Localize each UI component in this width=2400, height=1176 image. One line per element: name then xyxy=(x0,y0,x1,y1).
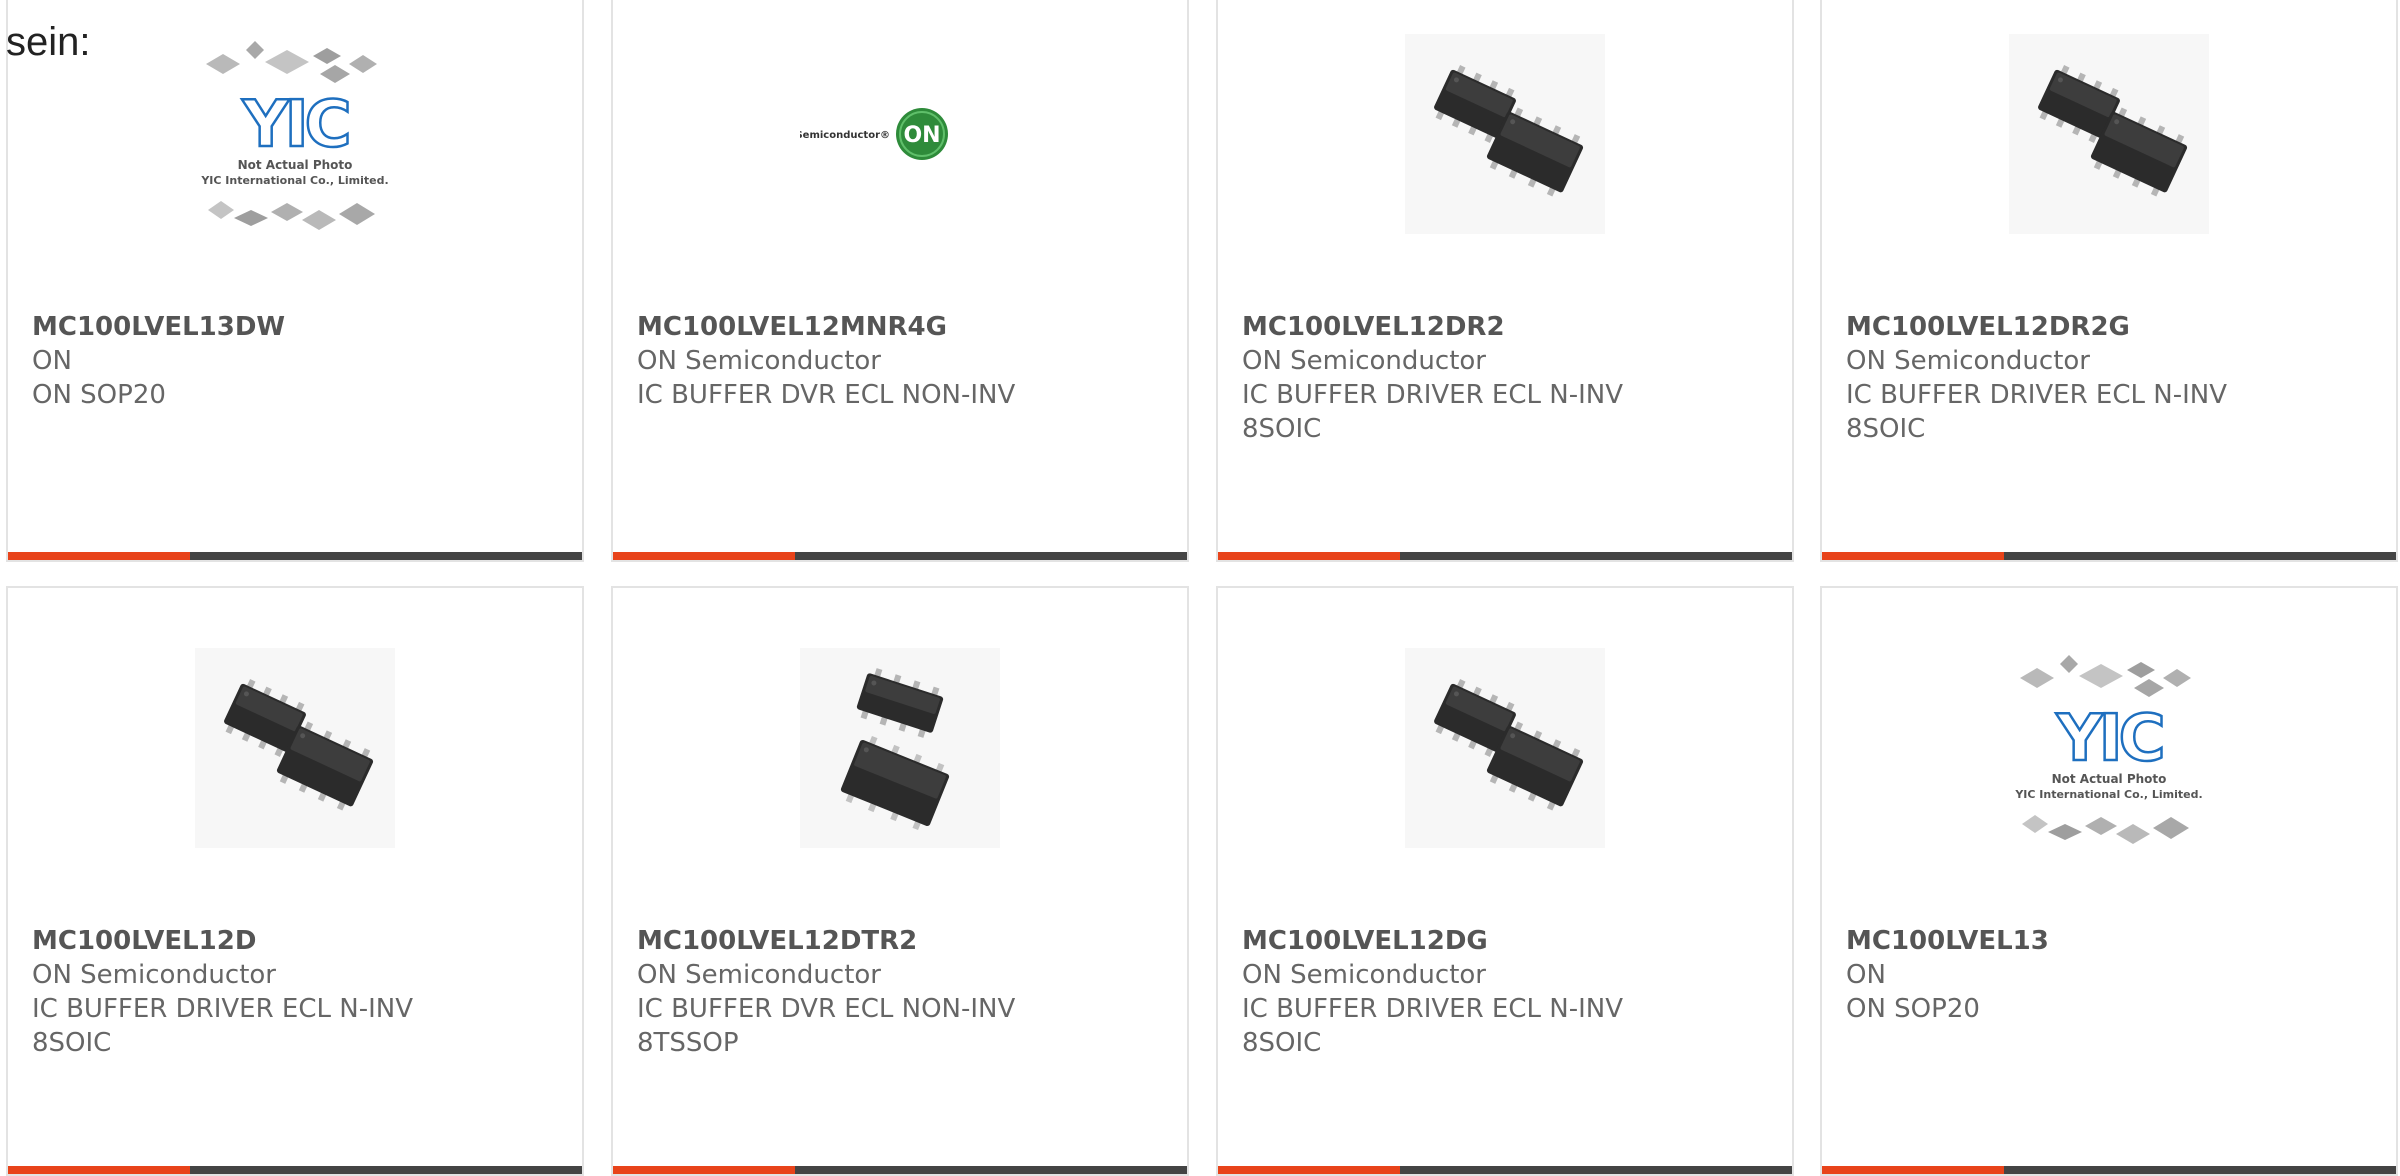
part-number-link[interactable]: MC100LVEL12D xyxy=(32,924,572,958)
product-card[interactable]: YIC Not Actual Photo YIC International Co.… xyxy=(1820,586,2398,1176)
card-bottom-bar xyxy=(613,552,1187,560)
card-bottom-bar xyxy=(8,552,582,560)
package: 8TSSOP xyxy=(637,1028,739,1058)
description: IC BUFFER DVR ECL NON-INV xyxy=(637,994,1016,1024)
card-bar-accent xyxy=(1218,552,1400,560)
card-bottom-bar xyxy=(613,1166,1187,1174)
part-number-link[interactable]: MC100LVEL12DTR2 xyxy=(637,924,1177,958)
svg-text:YIC: YIC xyxy=(2055,702,2161,776)
product-card[interactable]: MC100LVEL12D ON Semiconductor IC BUFFER … xyxy=(6,586,584,1176)
card-bottom-bar xyxy=(1218,1166,1792,1174)
card-bottom-bar xyxy=(1822,1166,2396,1174)
svg-text:YIC: YIC xyxy=(241,88,347,162)
manufacturer: ON Semiconductor xyxy=(32,960,276,990)
manufacturer: ON xyxy=(32,346,72,376)
description: IC BUFFER DRIVER ECL N-INV xyxy=(1242,380,1623,410)
package: 8SOIC xyxy=(1846,414,1926,444)
manufacturer: ON Semiconductor xyxy=(637,346,881,376)
description: IC BUFFER DRIVER ECL N-INV xyxy=(1242,994,1623,1024)
yic-placeholder-photo-icon: YICNot Actual Photo YIC International Co.… xyxy=(200,41,389,230)
package: 8SOIC xyxy=(32,1028,112,1058)
part-number-link[interactable]: MC100LVEL12DG xyxy=(1242,924,1782,958)
yic-placeholder-photo-icon: YICNot Actual Photo YIC International Co.… xyxy=(2014,655,2203,844)
product-card[interactable]: MC100LVEL12DR2 ON Semiconductor IC BUFFE… xyxy=(1216,0,1794,562)
manufacturer: ON xyxy=(1846,960,1886,990)
soic-chip-photo-icon xyxy=(2009,34,2209,234)
card-bar-accent xyxy=(1822,1166,2004,1174)
manufacturer: ON Semiconductor xyxy=(637,960,881,990)
soic-chip-photo-icon xyxy=(195,648,395,848)
card-bottom-bar xyxy=(8,1166,582,1174)
description: IC BUFFER DRIVER ECL N-INV xyxy=(1846,380,2227,410)
product-card[interactable]: MC100LVEL12DR2G ON Semiconductor IC BUFF… xyxy=(1820,0,2398,562)
product-card[interactable]: ON Semiconductor® ON MC100LVEL12MNR4G ON … xyxy=(611,0,1189,562)
manufacturer: ON Semiconductor xyxy=(1242,960,1486,990)
svg-text:YIC International Co., Limited: YIC International Co., Limited. xyxy=(2014,788,2202,801)
svg-text:Not Actual Photo: Not Actual Photo xyxy=(238,158,353,172)
card-bar-accent xyxy=(613,1166,795,1174)
product-card[interactable]: MC100LVEL12DTR2 ON Semiconductor IC BUFF… xyxy=(611,586,1189,1176)
card-bottom-bar xyxy=(1822,552,2396,560)
product-image[interactable] xyxy=(800,648,1000,848)
svg-text:ON Semiconductor®: ON Semiconductor® xyxy=(800,130,890,141)
manufacturer: ON Semiconductor xyxy=(1242,346,1486,376)
svg-text:ON: ON xyxy=(903,123,940,148)
part-number-link[interactable]: MC100LVEL12DR2 xyxy=(1242,310,1782,344)
card-bar-accent xyxy=(613,552,795,560)
part-number-link[interactable]: MC100LVEL13 xyxy=(1846,924,2386,958)
soic-chip-photo-icon xyxy=(1405,648,1605,848)
description: ON SOP20 xyxy=(1846,994,1980,1024)
product-image[interactable] xyxy=(195,648,395,848)
svg-text:YIC International Co., Limited: YIC International Co., Limited. xyxy=(200,174,388,187)
product-card[interactable]: MC100LVEL12DG ON Semiconductor IC BUFFER… xyxy=(1216,586,1794,1176)
manufacturer: ON Semiconductor xyxy=(1846,346,2090,376)
product-image[interactable]: YIC Not Actual Photo YIC International Co.… xyxy=(2009,648,2209,848)
part-number-link[interactable]: MC100LVEL12MNR4G xyxy=(637,310,1177,344)
card-bar-accent xyxy=(8,1166,190,1174)
svg-text:Not Actual Photo: Not Actual Photo xyxy=(2052,772,2167,786)
description: IC BUFFER DRIVER ECL N-INV xyxy=(32,994,413,1024)
card-bottom-bar xyxy=(1218,552,1792,560)
card-bar-accent xyxy=(8,552,190,560)
product-image[interactable]: ON Semiconductor® ON xyxy=(800,34,1000,234)
on-semiconductor-logo-icon: ON Semiconductor® ON xyxy=(800,108,948,160)
card-bar-accent xyxy=(1822,552,2004,560)
package: 8SOIC xyxy=(1242,414,1322,444)
soic-chip-photo-icon xyxy=(1405,34,1605,234)
part-number-link[interactable]: MC100LVEL13DW xyxy=(32,310,572,344)
card-bar-accent xyxy=(1218,1166,1400,1174)
product-image[interactable] xyxy=(2009,34,2209,234)
description: ON SOP20 xyxy=(32,380,166,410)
product-card[interactable]: YIC Not Actual Photo YIC International Co.… xyxy=(6,0,584,562)
section-lead-text: sein: xyxy=(6,20,91,64)
product-image[interactable]: YIC Not Actual Photo YIC International Co.… xyxy=(195,34,395,234)
description: IC BUFFER DVR ECL NON-INV xyxy=(637,380,1016,410)
part-number-link[interactable]: MC100LVEL12DR2G xyxy=(1846,310,2386,344)
package: 8SOIC xyxy=(1242,1028,1322,1058)
tssop-chip-photo-icon xyxy=(800,648,1000,848)
product-image[interactable] xyxy=(1405,648,1605,848)
product-image[interactable] xyxy=(1405,34,1605,234)
